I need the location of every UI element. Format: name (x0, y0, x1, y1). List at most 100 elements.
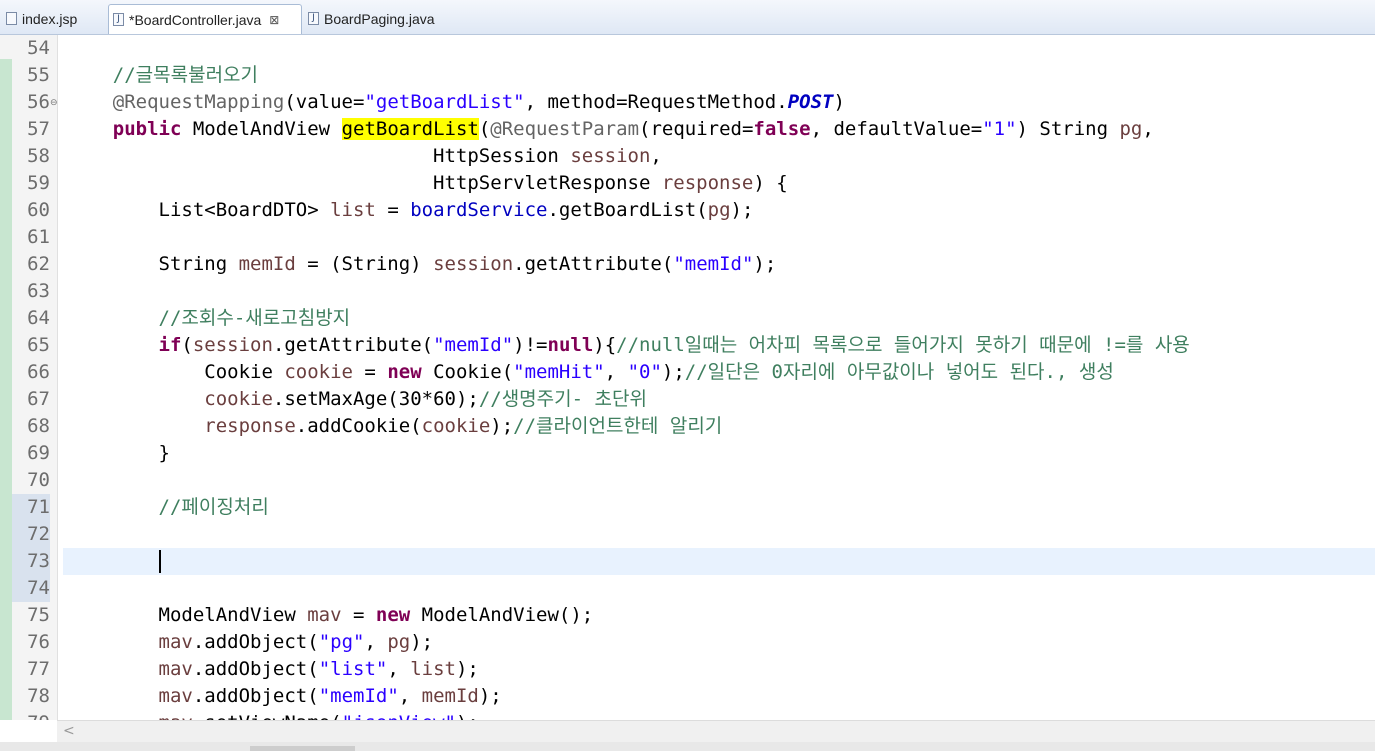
code-token: ); (730, 199, 754, 221)
code-line[interactable] (63, 521, 1375, 548)
code-token: cookie (421, 415, 491, 437)
code-line[interactable]: String memId = (String) session.getAttri… (63, 251, 1375, 278)
code-editor[interactable]: 54 55 56 ⊖ 57 58 59 60 61 62 63 64 65 66 67 68 69 70 71 72 7… (0, 35, 1375, 720)
code-line[interactable]: //조회수-새로고침방지 (63, 305, 1375, 332)
code-token: , (650, 145, 662, 167)
code-token: } (67, 442, 170, 464)
editor-tab-bar: index.jsp J *BoardController.java ⊠ J Bo… (0, 0, 1375, 35)
code-token: , (398, 685, 422, 707)
code-token: Cookie( (421, 361, 514, 383)
code-token: ModelAndView (181, 118, 342, 140)
horizontal-scrollbar[interactable]: < (57, 720, 1375, 743)
code-token: .getAttribute( (513, 253, 674, 275)
line-number: 78 (27, 685, 50, 707)
code-token: = (341, 604, 376, 626)
code-line[interactable] (63, 35, 1375, 62)
code-line[interactable]: mav.addObject("memId", memId); (63, 683, 1375, 710)
code-token: boardService (410, 199, 548, 221)
line-number: 66 (27, 361, 50, 383)
code-line[interactable]: @RequestMapping(value="getBoardList", me… (63, 89, 1375, 116)
bottom-scroll-strip (0, 742, 1375, 751)
tab-board-controller[interactable]: J *BoardController.java ⊠ (108, 4, 302, 34)
line-number: 72 (12, 521, 50, 548)
code-line[interactable]: mav.addObject("list", list); (63, 656, 1375, 683)
code-token: , (387, 658, 411, 680)
code-token: , method=RequestMethod. (524, 91, 788, 113)
code-line[interactable]: ModelAndView mav = new ModelAndView(); (63, 602, 1375, 629)
line-number: 74 (12, 575, 50, 602)
code-token: if (158, 334, 182, 356)
code-line[interactable] (63, 575, 1375, 602)
code-line[interactable] (63, 224, 1375, 251)
code-token: pg (707, 199, 731, 221)
tab-board-paging[interactable]: J BoardPaging.java (304, 4, 454, 33)
fold-collapse-icon[interactable]: ⊖ (50, 98, 60, 108)
code-line[interactable] (63, 278, 1375, 305)
code-token: new (387, 361, 422, 383)
code-token: memId (238, 253, 296, 275)
code-line[interactable]: //글목록불러오기 (63, 62, 1375, 89)
code-token: mav (159, 712, 193, 720)
line-number: 61 (27, 226, 50, 248)
code-line[interactable]: public ModelAndView getBoardList(@Reques… (63, 116, 1375, 143)
line-number: 63 (27, 280, 50, 302)
code-token: memId (421, 685, 479, 707)
current-code-line[interactable] (63, 548, 1375, 575)
scroll-thumb[interactable] (250, 746, 355, 751)
line-number: 69 (27, 442, 50, 464)
scroll-left-arrow-icon[interactable]: < (63, 723, 75, 739)
code-area[interactable]: //글목록불러오기 @RequestMapping(value="getBoar… (63, 35, 1375, 720)
code-token: ); (490, 415, 514, 437)
code-token: String (67, 253, 239, 275)
code-line[interactable]: HttpServletResponse response) { (63, 170, 1375, 197)
code-token: cookie (204, 388, 273, 410)
code-token: "memId" (433, 334, 514, 356)
code-token: //null일때는 어차피 목록으로 들어가지 못하기 때문에 !=를 사용 (616, 334, 1190, 356)
code-line[interactable]: response.addCookie(cookie);//클라이언트한테 알리기 (63, 413, 1375, 440)
code-token: "getBoardList" (364, 91, 525, 113)
code-token: ) (833, 91, 845, 113)
code-token: "list" (318, 658, 388, 680)
code-line[interactable]: mav.setViewName("jsonView"); (63, 710, 1375, 720)
code-token: session (192, 334, 273, 356)
code-token: ModelAndView(); (410, 604, 594, 626)
code-token: (value= (284, 91, 365, 113)
code-token: ); (455, 658, 479, 680)
code-token: //클라이언트한테 알리기 (513, 415, 723, 437)
code-line[interactable]: Cookie cookie = new Cookie("memHit", "0"… (63, 359, 1375, 386)
code-token: .getAttribute( (272, 334, 434, 356)
code-line[interactable]: List<BoardDTO> list = boardService.getBo… (63, 197, 1375, 224)
code-line[interactable]: //페이징처리 (63, 494, 1375, 521)
code-token: ); (410, 631, 434, 653)
code-token: cookie (284, 361, 353, 383)
line-number: 54 (27, 37, 50, 59)
code-token: Cookie (67, 361, 285, 383)
code-token: "jsonView" (342, 712, 456, 720)
code-token: ){ (593, 334, 617, 356)
close-icon[interactable]: ⊠ (269, 13, 279, 27)
jsp-file-icon (6, 12, 17, 25)
code-token: ) { (753, 172, 788, 194)
code-token: //일단은 0자리에 아무값이나 넣어도 된다., 생성 (684, 361, 1114, 383)
line-number: 57 (27, 118, 50, 140)
code-token: .getBoardList( (547, 199, 708, 221)
code-line[interactable]: } (63, 440, 1375, 467)
code-line[interactable]: mav.addObject("pg", pg); (63, 629, 1375, 656)
tab-index-jsp[interactable]: index.jsp (2, 4, 106, 33)
code-token: "memId" (318, 685, 399, 707)
code-token: pg (387, 631, 411, 653)
code-token: .setMaxAge(30*60); (272, 388, 479, 410)
code-line[interactable]: HttpSession session, (63, 143, 1375, 170)
tab-label: BoardPaging.java (324, 10, 435, 27)
code-line[interactable]: if(session.getAttribute("memId")!=null){… (63, 332, 1375, 359)
code-token: mav (158, 658, 193, 680)
code-line[interactable]: cookie.setMaxAge(30*60);//생명주기- 초단위 (63, 386, 1375, 413)
line-number: 58 (27, 145, 50, 167)
code-token: list (330, 199, 376, 221)
code-line[interactable] (63, 467, 1375, 494)
